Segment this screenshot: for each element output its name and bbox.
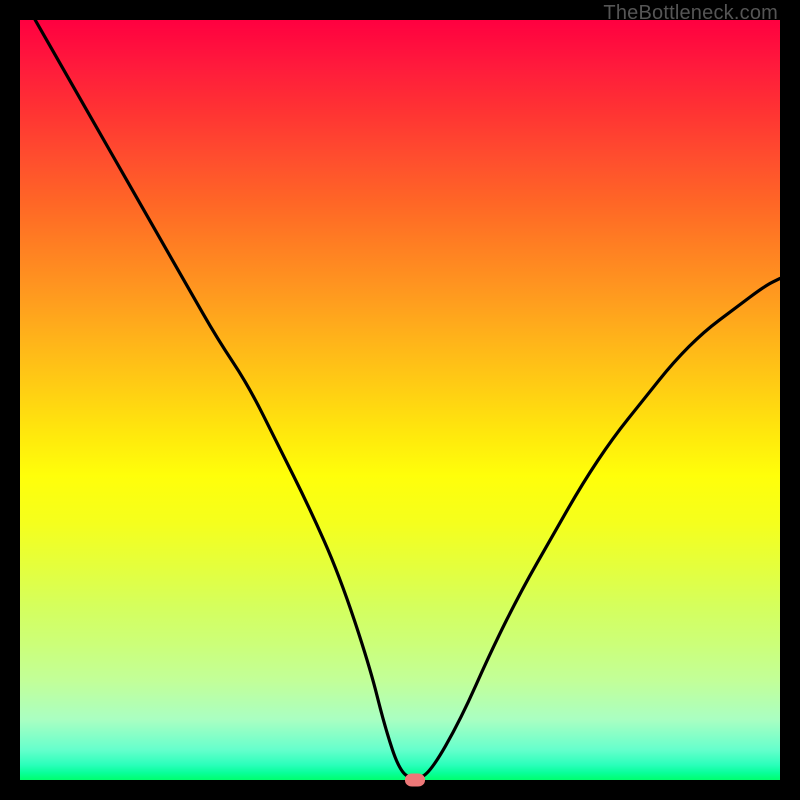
watermark-text: TheBottleneck.com: [603, 2, 778, 25]
curve-path: [35, 20, 780, 778]
chart-frame: TheBottleneck.com: [0, 0, 800, 800]
plot-area: [20, 20, 780, 780]
bottleneck-curve: [20, 20, 780, 780]
optimum-marker: [405, 774, 425, 787]
